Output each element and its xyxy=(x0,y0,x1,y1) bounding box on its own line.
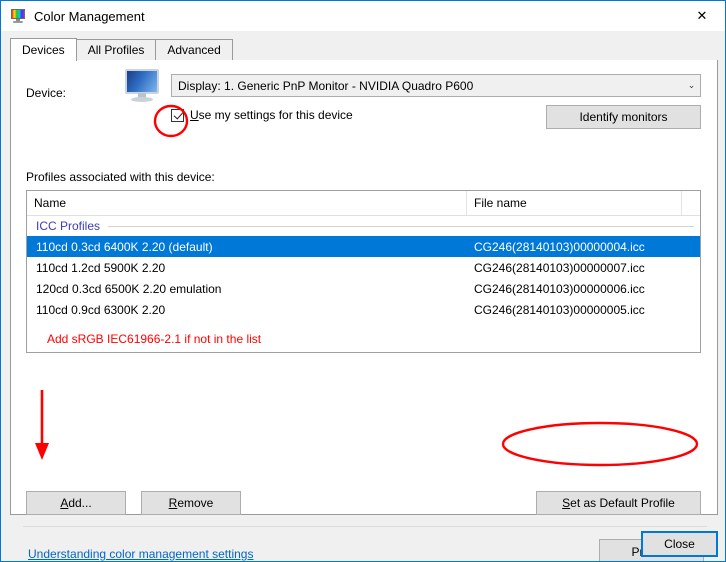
profile-file-name: CG246(28140103)00000004.icc xyxy=(467,240,700,254)
checkbox-box xyxy=(171,109,184,122)
list-header: Name File name xyxy=(27,191,700,216)
remove-button[interactable]: Remove xyxy=(141,491,241,515)
tab-all-profiles[interactable]: All Profiles xyxy=(76,39,157,60)
accel-letter: U xyxy=(190,108,199,122)
annotation-note-add-srgb: Add sRGB IEC61966-2.1 if not in the list xyxy=(47,332,261,346)
window-title: Color Management xyxy=(34,9,145,24)
monitor-icon xyxy=(123,68,165,104)
list-group-icc-profiles: ICC Profiles xyxy=(27,216,700,236)
identify-monitors-button[interactable]: Identify monitors xyxy=(546,105,701,129)
table-row[interactable]: 110cd 0.3cd 6400K 2.20 (default) CG246(2… xyxy=(27,236,700,257)
profile-name: 110cd 0.3cd 6400K 2.20 (default) xyxy=(27,240,467,254)
devices-tab-panel: Device: Display: 1. Generic PnP Monitor … xyxy=(10,60,718,515)
use-my-settings-label: Use my settings for this device xyxy=(190,108,353,122)
section-divider xyxy=(23,526,707,527)
profile-file-name: CG246(28140103)00000005.icc xyxy=(467,303,700,317)
color-monitor-icon xyxy=(10,8,26,24)
group-label: ICC Profiles xyxy=(36,219,100,233)
column-header-pad xyxy=(682,191,700,215)
column-header-file-name[interactable]: File name xyxy=(467,191,682,215)
set-as-default-profile-button[interactable]: Set as Default Profile xyxy=(536,491,701,515)
understanding-color-management-link[interactable]: Understanding color management settings xyxy=(28,547,253,561)
add-button[interactable]: Add... xyxy=(26,491,126,515)
tab-devices[interactable]: Devices xyxy=(10,38,77,61)
device-dropdown[interactable]: Display: 1. Generic PnP Monitor - NVIDIA… xyxy=(171,74,701,97)
profile-name: 110cd 0.9cd 6300K 2.20 xyxy=(27,303,467,317)
profiles-list[interactable]: Name File name ICC Profiles 110cd 0.3cd … xyxy=(26,190,701,353)
close-button[interactable]: Close xyxy=(642,532,717,556)
color-management-window: Color Management ✕ Devices All Profiles … xyxy=(0,0,726,562)
profile-file-name: CG246(28140103)00000007.icc xyxy=(467,261,700,275)
chevron-down-icon: ⌄ xyxy=(683,80,700,91)
title-bar: Color Management ✕ xyxy=(1,1,725,31)
column-header-name[interactable]: Name xyxy=(27,191,467,215)
profile-name: 120cd 0.3cd 6500K 2.20 emulation xyxy=(27,282,467,296)
table-row[interactable]: 110cd 0.9cd 6300K 2.20 CG246(28140103)00… xyxy=(27,299,700,320)
device-dropdown-value: Display: 1. Generic PnP Monitor - NVIDIA… xyxy=(172,79,683,93)
device-label: Device: xyxy=(26,86,66,100)
group-divider xyxy=(108,226,694,227)
profile-name: 110cd 1.2cd 5900K 2.20 xyxy=(27,261,467,275)
close-icon[interactable]: ✕ xyxy=(679,1,725,30)
profiles-caption: Profiles associated with this device: xyxy=(26,170,215,184)
table-row[interactable]: 110cd 1.2cd 5900K 2.20 CG246(28140103)00… xyxy=(27,257,700,278)
tab-strip: Devices All Profiles Advanced xyxy=(10,39,718,61)
table-row[interactable]: 120cd 0.3cd 6500K 2.20 emulation CG246(2… xyxy=(27,278,700,299)
label-rest: se my settings for this device xyxy=(199,108,353,122)
tab-advanced[interactable]: Advanced xyxy=(155,39,232,60)
use-my-settings-checkbox[interactable]: Use my settings for this device xyxy=(171,108,353,122)
profile-file-name: CG246(28140103)00000006.icc xyxy=(467,282,700,296)
